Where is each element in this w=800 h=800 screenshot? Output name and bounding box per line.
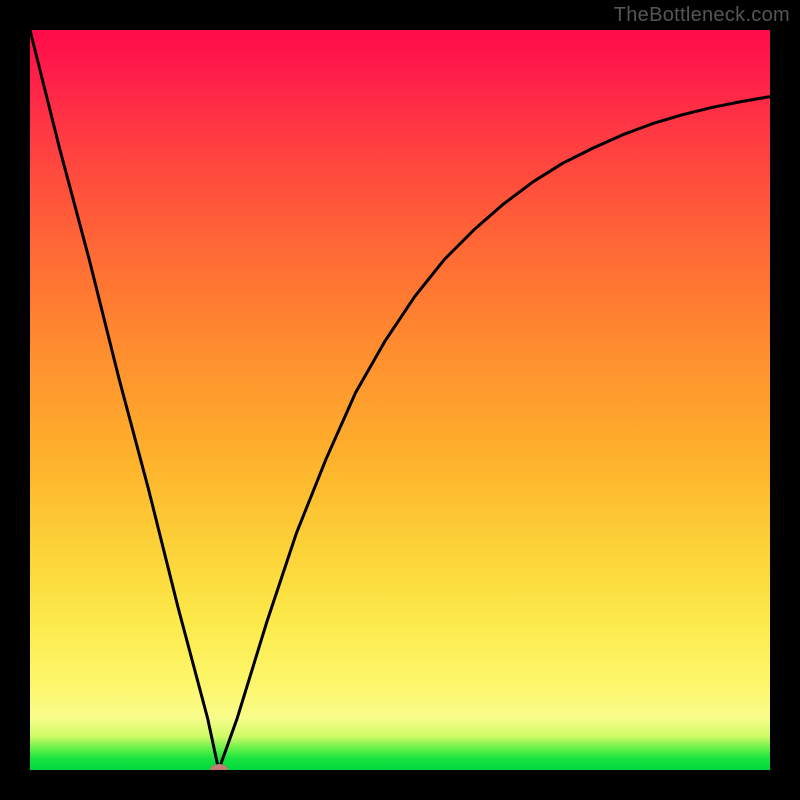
figure-frame: TheBottleneck.com — [0, 0, 800, 800]
bottleneck-curve — [30, 30, 770, 770]
curve-svg — [30, 30, 770, 770]
minimum-point-marker — [210, 764, 228, 770]
watermark-text: TheBottleneck.com — [614, 4, 790, 27]
plot-area — [30, 30, 770, 770]
